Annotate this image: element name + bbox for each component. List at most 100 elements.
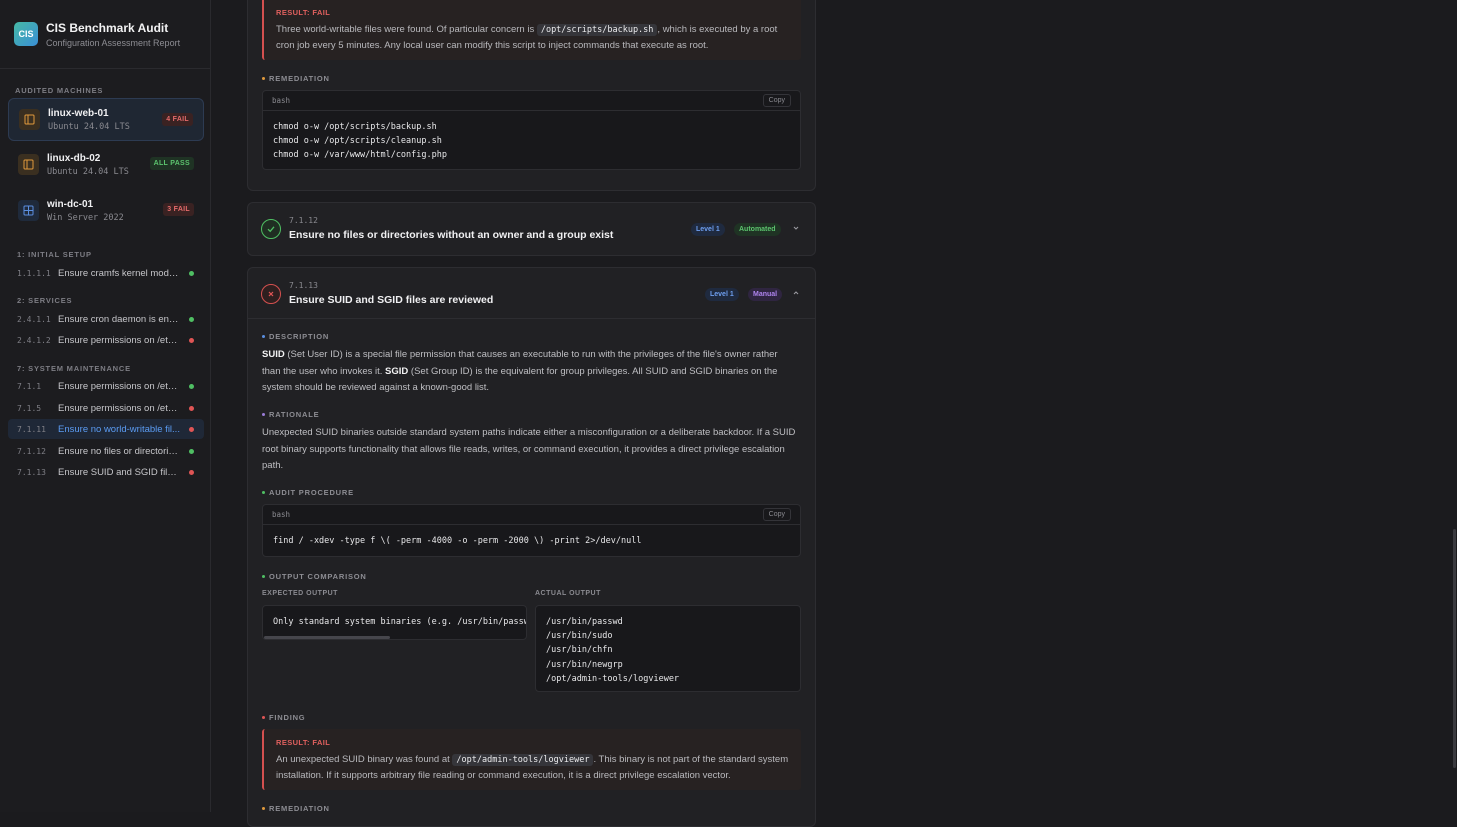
rationale-text: Unexpected SUID binaries outside standar… [262,427,796,471]
machine-name: linux-web-01 [48,107,109,119]
check-number: 1.1.1.1 [17,268,51,278]
manual-badge: Manual [748,288,783,301]
check-title: Ensure permissions on /etc/... [58,334,182,346]
check-title: Ensure cramfs kernel modul... [58,267,182,279]
bullet-icon [262,575,265,578]
check-number: 7.1.12 [17,446,46,456]
check-title: Ensure permissions on /etc/... [58,380,182,392]
check-number: 2.4.1.1 [17,314,51,324]
finding-text: An unexpected SUID binary was found at /… [276,754,789,781]
check-header-7-1-13[interactable]: 7.1.13 Ensure SUID and SGID files are re… [261,281,493,306]
check-number: 7.1.13 [17,467,46,477]
check-title: Ensure no world-writable fil... [58,423,180,435]
pass-status-dot [189,317,194,322]
sidebar-check-7-1-11[interactable]: 7.1.11 Ensure no world-writable fil... [8,419,204,439]
bullet-icon [262,335,265,338]
pass-status-dot [189,384,194,389]
result-tag: RESULT: FAIL [276,8,331,17]
check-number: 7.1.1 [17,381,42,391]
sidebar-check-7-1-5[interactable]: 7.1.5 Ensure permissions on /etc/... [8,398,204,418]
cis-logo: CIS [14,22,38,46]
group-label-services: 2: SERVICES [17,296,73,305]
sidebar-check-1-1-1-1[interactable]: 1.1.1.1 Ensure cramfs kernel modul... [8,263,204,283]
sidebar-check-2-4-1-1[interactable]: 2.4.1.1 Ensure cron daemon is enab... [8,309,204,329]
check-title: Ensure SUID and SGID files are reviewed [289,294,494,306]
finding-text: Three world-writable files were found. O… [276,24,778,51]
fail-status-dot [189,470,194,475]
check-number: 2.4.1.2 [17,335,51,345]
machine-name: win-dc-01 [47,198,94,210]
output-comparison-label: OUTPUT COMPARISON [262,572,367,581]
sidebar: CIS CIS Benchmark Audit Configuration As… [0,0,211,812]
sidebar-check-2-4-1-2[interactable]: 2.4.1.2 Ensure permissions on /etc/... [8,330,204,350]
check-fail-icon [261,283,281,304]
level-badge: Level 1 [691,223,725,236]
scrollbar-thumb[interactable] [1453,529,1456,768]
chevron-up-icon[interactable] [791,288,801,298]
actual-output: /usr/bin/passwd /usr/bin/sudo /usr/bin/c… [535,605,801,692]
finding-result-box: RESULT: FAIL An unexpected SUID binary w… [262,729,801,790]
page-scrollbar[interactable] [1451,0,1457,812]
app-title: CIS Benchmark Audit [46,20,169,35]
fail-status-dot [189,427,194,432]
linux-server-icon [19,109,40,130]
status-badge: 3 FAIL [163,203,194,216]
remediation-code: chmod o-w /opt/scripts/backup.sh chmod o… [273,122,447,160]
inline-code: /opt/scripts/backup.sh [536,24,658,36]
description-label: DESCRIPTION [262,332,329,341]
windows-icon [18,200,39,221]
machine-item-linux-db-02[interactable]: linux-db-02 Ubuntu 24.04 LTS ALL PASS [8,143,204,186]
machine-item-linux-web-01[interactable]: linux-web-01 Ubuntu 24.04 LTS 4 FAIL [8,98,204,141]
bullet-icon [262,716,265,719]
check-number: 7.1.11 [17,424,46,434]
remediation-label: REMEDIATION [262,74,330,83]
remediation-code-block: bash Copy chmod o-w /opt/scripts/backup.… [262,90,801,170]
sidebar-check-7-1-12[interactable]: 7.1.12 Ensure no files or directories... [8,441,204,461]
app-subtitle: Configuration Assessment Report [46,37,181,48]
machine-item-win-dc-01[interactable]: win-dc-01 Win Server 2022 3 FAIL [8,189,204,232]
machine-os: Win Server 2022 [47,212,124,223]
horizontal-scrollbar[interactable] [264,636,390,639]
fail-status-dot [189,338,194,343]
machine-os: Ubuntu 24.04 LTS [47,166,129,177]
check-title: Ensure no files or directories without a… [289,229,614,241]
machine-name: linux-db-02 [47,152,101,164]
fail-status-dot [189,406,194,411]
bullet-icon [262,77,265,80]
copy-button[interactable]: Copy [762,94,791,107]
bullet-icon [262,491,265,494]
finding-label: FINDING [262,713,305,722]
code-language: bash [272,510,291,519]
check-number: 7.1.5 [17,403,42,413]
pass-status-dot [189,449,194,454]
expected-output-label: EXPECTED OUTPUT [262,590,338,597]
code-language: bash [272,96,291,105]
check-header-7-1-12[interactable]: 7.1.12 Ensure no files or directories wi… [261,216,613,241]
rationale-label: RATIONALE [262,410,319,419]
chevron-down-icon[interactable] [791,223,801,233]
bullet-icon [262,807,265,810]
group-label-initial-setup: 1: INITIAL SETUP [17,250,92,259]
actual-output-label: ACTUAL OUTPUT [535,590,601,597]
bullet-icon [262,413,265,416]
machine-os: Ubuntu 24.04 LTS [48,121,130,132]
description-text: SUID (Set User ID) is a special file per… [262,349,778,393]
machines-section-label: AUDITED MACHINES [15,86,104,95]
pass-status-dot [189,271,194,276]
automated-badge: Automated [734,223,781,236]
audit-code: find / -xdev -type f \( -perm -4000 -o -… [273,536,642,546]
finding-result-box: RESULT: FAIL Three world-writable files … [262,0,801,60]
audit-procedure-label: AUDIT PROCEDURE [262,488,354,497]
check-number: 7.1.12 [289,216,318,225]
level-badge: Level 1 [705,288,739,301]
sidebar-check-7-1-13[interactable]: 7.1.13 Ensure SUID and SGID files ... [8,462,204,482]
check-title: Ensure cron daemon is enab... [58,313,182,325]
group-label-system-maintenance: 7: SYSTEM MAINTENANCE [17,364,131,373]
status-badge: ALL PASS [149,157,194,170]
copy-button[interactable]: Copy [762,508,791,521]
sidebar-check-7-1-1[interactable]: 7.1.1 Ensure permissions on /etc/... [8,376,204,396]
status-badge: 4 FAIL [162,113,193,126]
divider [248,318,815,319]
check-title: Ensure SUID and SGID files ... [58,466,182,478]
inline-code: /opt/admin-tools/logviewer [452,754,594,766]
